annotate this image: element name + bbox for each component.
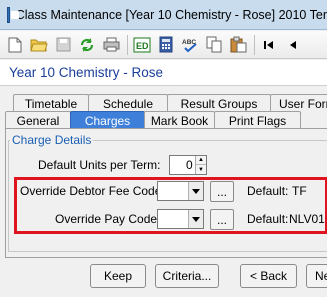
units-per-term-label: Default Units per Term: [38, 158, 161, 172]
keep-button[interactable]: Keep [90, 264, 146, 288]
spin-buttons[interactable]: ▲ ▼ [195, 156, 206, 174]
tab-result-groups[interactable]: Result Groups [167, 94, 271, 112]
tab-schedule[interactable]: Schedule [88, 94, 168, 112]
tab-mark-book[interactable]: Mark Book [144, 111, 215, 129]
refresh-icon[interactable] [76, 34, 98, 56]
open-folder-icon[interactable] [28, 34, 50, 56]
next-button[interactable]: Ne [306, 264, 327, 288]
calculator-icon[interactable] [155, 34, 177, 56]
first-record-icon[interactable] [258, 34, 280, 56]
class-title: Year 10 Chemistry - Rose [9, 65, 164, 80]
tab-charges[interactable]: Charges [70, 111, 145, 129]
edit-icon[interactable]: ED [131, 34, 153, 56]
criteria-button[interactable]: Criteria... [155, 264, 219, 288]
save-icon[interactable] [52, 34, 74, 56]
tab-timetable[interactable]: Timetable [13, 94, 89, 112]
tab-general[interactable]: General [5, 111, 71, 129]
back-button[interactable]: < Back [240, 264, 297, 288]
units-per-term-value: 0 [186, 158, 193, 172]
highlight-box [14, 177, 327, 234]
copy-icon[interactable] [203, 34, 225, 56]
paste-icon[interactable] [227, 34, 249, 56]
tab-print-flags[interactable]: Print Flags [214, 111, 301, 129]
svg-text:ED: ED [136, 41, 149, 51]
toolbar: ED ABC [0, 31, 327, 59]
spin-up-icon[interactable]: ▲ [196, 156, 206, 165]
spell-check-icon[interactable]: ABC [179, 34, 201, 56]
tab-user-forms[interactable]: User Forr [270, 94, 327, 112]
tab-row-top: Timetable Schedule Result Groups User Fo… [13, 94, 327, 112]
toolbar-separator [254, 34, 255, 55]
previous-record-icon[interactable] [282, 34, 304, 56]
app-icon [7, 6, 18, 23]
units-per-term-spinner[interactable]: 0 ▲ ▼ [169, 155, 207, 175]
window-title: Class Maintenance [Year 10 Chemistry - R… [15, 7, 327, 22]
toolbar-separator [127, 34, 128, 55]
spin-down-icon[interactable]: ▼ [196, 165, 206, 174]
title-bar: Class Maintenance [Year 10 Chemistry - R… [0, 0, 327, 30]
print-icon[interactable] [100, 34, 122, 56]
new-document-icon[interactable] [4, 34, 26, 56]
tab-row-bottom: General Charges Mark Book Print Flags [5, 111, 301, 129]
class-header: Year 10 Chemistry - Rose [0, 60, 327, 86]
charge-details-label: Charge Details [10, 133, 94, 147]
